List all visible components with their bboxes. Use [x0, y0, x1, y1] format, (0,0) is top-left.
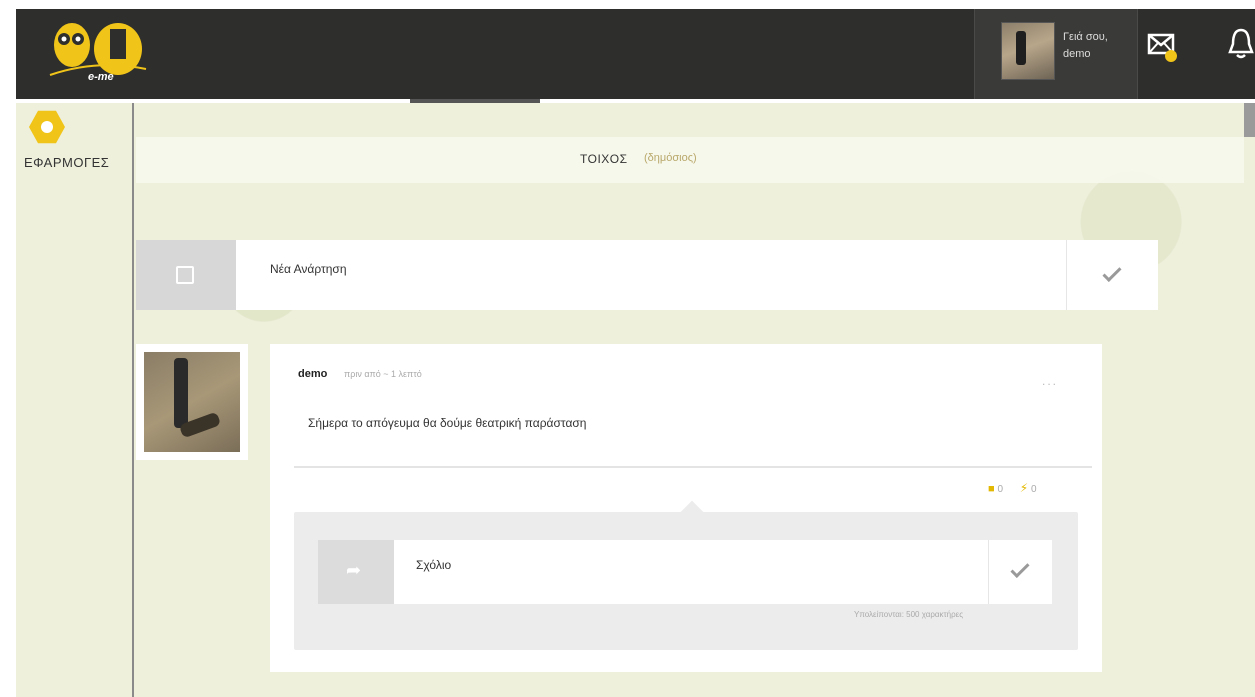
submit-post-button[interactable]: [1066, 240, 1158, 310]
like-count: 0: [997, 484, 1003, 495]
reply-arrow-icon: ➦: [318, 540, 394, 604]
post-reactions: ■ 0 ⚡ 0: [988, 481, 1037, 495]
post-divider: [294, 466, 1092, 468]
bell-icon[interactable]: [1226, 26, 1255, 62]
bolt-icon[interactable]: ⚡: [1020, 481, 1028, 495]
post-card: demo πριν από ~ 1 λεπτό ... Σήμερα το απ…: [270, 344, 1102, 672]
character-counter: Υπολείπονται: 500 χαρακτήρες: [854, 610, 964, 619]
check-icon: [1102, 262, 1122, 283]
logo-text: e-me: [88, 71, 114, 83]
edit-icon: [136, 240, 236, 310]
post-author[interactable]: demo: [298, 368, 327, 380]
scrollbar[interactable]: [1244, 103, 1255, 137]
bolt-count: 0: [1031, 484, 1037, 495]
username: demo: [1063, 48, 1091, 60]
user-menu[interactable]: Γειά σου, demo: [974, 9, 1138, 99]
mail-badge: [1165, 50, 1177, 62]
sidebar: ΕΦΑΡΜΟΓΕΣ: [16, 103, 134, 697]
e-me-logo[interactable]: e-me: [42, 19, 152, 87]
check-icon: [1010, 558, 1030, 579]
page-title: ΤΟΙΧΟΣ: [580, 152, 628, 166]
apps-hexagon-icon[interactable]: [29, 110, 65, 144]
wall-visibility: (δημόσιος): [644, 152, 697, 164]
new-post-input[interactable]: Νέα Ανάρτηση: [270, 262, 347, 276]
wall-header: ΤΟΙΧΟΣ (δημόσιος): [136, 137, 1244, 183]
post-body: Σήμερα το απόγευμα θα δούμε θεατρική παρ…: [308, 416, 587, 430]
post-timestamp: πριν από ~ 1 λεπτό: [344, 369, 422, 379]
comment-section: ➦ Σχόλιο Υπολείπονται: 500 χαρακτήρες: [294, 512, 1078, 650]
post-options-button[interactable]: ...: [1042, 374, 1058, 388]
new-post-composer: Νέα Ανάρτηση: [136, 240, 1158, 310]
post-author-avatar[interactable]: [136, 344, 248, 460]
user-greeting: Γειά σου, demo: [1063, 29, 1108, 63]
top-bar: e-me Γειά σου, demo: [16, 9, 1255, 99]
comment-composer: ➦ Σχόλιο: [318, 540, 1052, 604]
submit-comment-button[interactable]: [988, 540, 1052, 604]
avatar: [1001, 22, 1055, 80]
apps-label[interactable]: ΕΦΑΡΜΟΓΕΣ: [24, 155, 109, 170]
comment-input[interactable]: Σχόλιο: [416, 558, 451, 572]
like-icon[interactable]: ■: [988, 483, 995, 495]
avatar: [144, 352, 240, 452]
greeting-line: Γειά σου,: [1063, 31, 1108, 43]
